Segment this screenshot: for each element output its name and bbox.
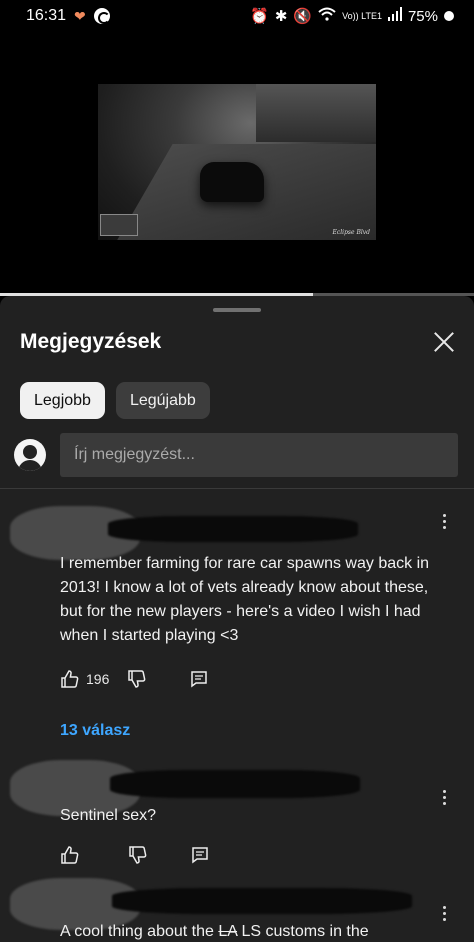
video-minimap <box>100 214 138 236</box>
redacted-author <box>112 888 412 914</box>
battery-percent: 75% <box>407 7 438 25</box>
mute-icon: 🔇 <box>293 8 313 25</box>
thumbs-up-icon[interactable] <box>60 669 80 689</box>
comment-text-part: LS customs in the <box>237 923 369 940</box>
wifi-icon <box>318 7 336 25</box>
sort-chips: Legjobb Legújabb <box>20 382 210 419</box>
avatar <box>14 439 46 471</box>
bluetooth-icon: ✱ <box>274 8 288 25</box>
comments-sheet: Megjegyzések Legjobb Legújabb Írj megjeg… <box>0 296 474 942</box>
comment-text-struck: LA <box>218 923 238 940</box>
divider <box>0 488 474 489</box>
video-car <box>200 162 264 202</box>
more-options-icon[interactable] <box>436 510 452 532</box>
status-time: 16:31 <box>26 7 67 24</box>
alarm-icon: ⏰ <box>250 8 269 25</box>
comment-text: A cool thing about the LA LS customs in … <box>60 920 430 942</box>
chip-newest[interactable]: Legújabb <box>115 382 210 419</box>
drag-handle[interactable] <box>213 308 261 312</box>
thumbs-up-icon[interactable] <box>60 845 80 865</box>
redacted-author <box>110 770 360 798</box>
comment-item: Sentinel sex? <box>0 758 474 878</box>
video-building <box>256 84 376 142</box>
battery-icon <box>444 11 454 21</box>
comment-item: A cool thing about the LA LS customs in … <box>0 878 474 942</box>
like-count: 196 <box>86 671 110 687</box>
reply-icon[interactable] <box>190 845 210 865</box>
comment-actions: 196 <box>60 668 209 690</box>
sheet-title: Megjegyzések <box>20 330 162 353</box>
thumbs-down-icon[interactable] <box>128 845 148 865</box>
video-player[interactable]: Eclipse Blvd <box>0 32 474 294</box>
comment-input[interactable]: Írj megjegyzést... <box>60 433 458 477</box>
more-options-icon[interactable] <box>436 786 452 808</box>
close-icon[interactable] <box>428 326 460 358</box>
sync-icon <box>93 8 110 24</box>
chip-top[interactable]: Legjobb <box>20 382 105 419</box>
video-watermark: Eclipse Blvd <box>332 229 370 236</box>
comment-composer: Írj megjegyzést... <box>14 432 464 478</box>
heart-rate-icon: ❤ <box>74 7 86 24</box>
status-bar: 16:31 ❤ ⏰ ✱ 🔇 Vo)) LTE1 75% <box>0 0 474 32</box>
signal-icon <box>387 7 402 25</box>
video-frame[interactable]: Eclipse Blvd <box>98 84 376 240</box>
comment-text: I remember farming for rare car spawns w… <box>60 555 430 644</box>
comment-text: Sentinel sex? <box>60 807 157 824</box>
comment-item: I remember farming for rare car spawns w… <box>0 500 474 750</box>
replies-link[interactable]: 13 válasz <box>60 722 130 740</box>
network-label: Vo)) LTE1 <box>342 10 382 21</box>
thumbs-down-icon[interactable] <box>127 669 147 689</box>
comment-actions <box>60 844 210 866</box>
comment-text-part: A cool thing about the <box>60 923 219 940</box>
more-options-icon[interactable] <box>436 902 452 924</box>
redacted-author <box>108 516 358 542</box>
reply-icon[interactable] <box>189 669 209 689</box>
